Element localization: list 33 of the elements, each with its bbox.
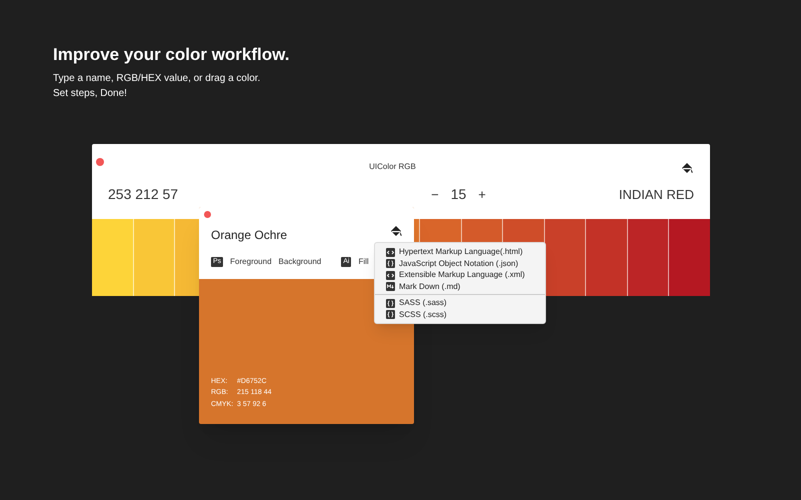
subheading-line: Set steps, Done! <box>53 87 128 102</box>
increment-button[interactable]: + <box>478 185 486 204</box>
start-color-value[interactable]: 253 212 57 <box>108 184 178 206</box>
color-swatch[interactable] <box>586 219 628 296</box>
menu-item[interactable]: SCSS (.scss) <box>375 308 545 320</box>
braces-icon <box>386 298 395 308</box>
step-count[interactable]: 15 <box>450 184 466 206</box>
code-icon <box>386 270 395 280</box>
markdown-icon <box>386 282 395 291</box>
color-swatch[interactable] <box>134 219 176 296</box>
braces-icon <box>386 310 395 319</box>
menu-item[interactable]: Extensible Markup Language (.xml) <box>375 269 545 281</box>
braces-icon <box>386 259 395 268</box>
color-swatch[interactable] <box>92 219 134 296</box>
paint-bucket-icon[interactable] <box>390 225 403 238</box>
decrement-button[interactable]: − <box>431 185 439 204</box>
end-color-value[interactable]: INDIAN RED <box>618 185 694 204</box>
paint-bucket-icon[interactable] <box>681 162 694 174</box>
color-swatch[interactable] <box>669 219 710 296</box>
illustrator-option[interactable]: Fill <box>358 256 369 268</box>
menu-item[interactable]: SASS (.sass) <box>375 297 545 309</box>
color-name: Orange Ochre <box>211 227 288 244</box>
photoshop-option[interactable]: Foreground <box>230 256 272 268</box>
menu-item[interactable]: Hypertext Markup Language(.html) <box>375 246 545 258</box>
code-icon <box>386 248 395 256</box>
color-swatch[interactable] <box>544 219 586 296</box>
color-swatch[interactable] <box>628 219 670 296</box>
menu-item[interactable]: JavaScript Object Notation (.json) <box>375 258 545 270</box>
heading: Improve your color workflow. <box>53 44 290 66</box>
subheading-line: Type a name, RGB/HEX value, or drag a color. <box>53 72 262 86</box>
menu-item[interactable]: Mark Down (.md) <box>375 280 545 292</box>
window-title: UIColor RGB <box>369 161 416 174</box>
photoshop-option[interactable]: Background <box>278 256 322 268</box>
